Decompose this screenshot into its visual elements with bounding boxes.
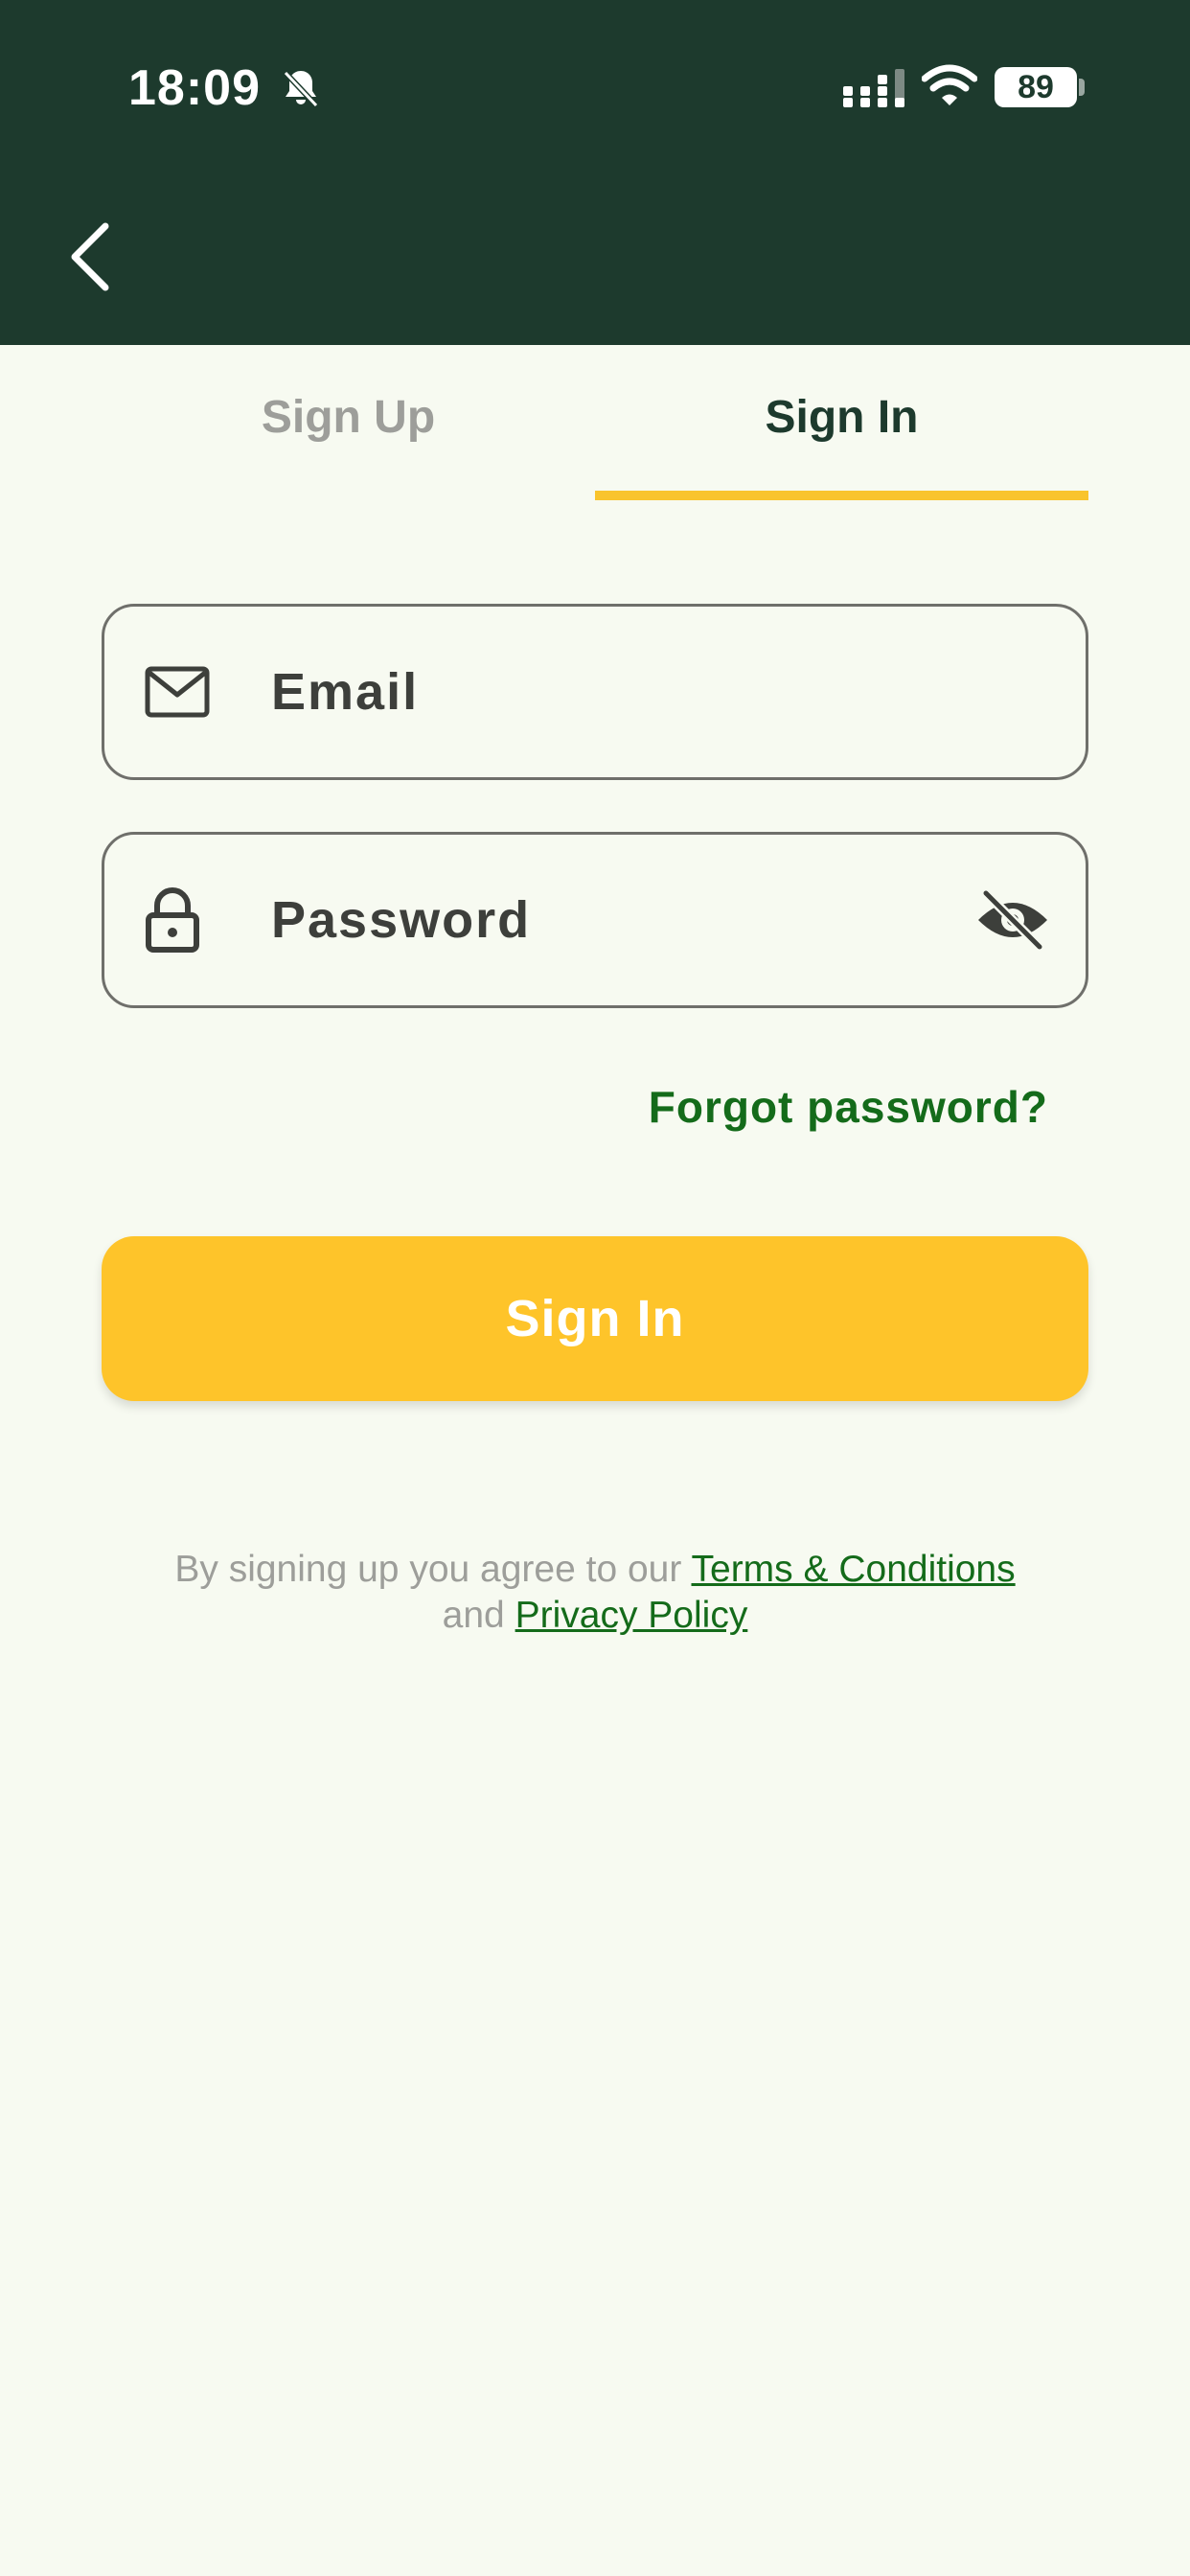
legal-conjunction: and [442, 1595, 505, 1636]
app-header: 18:09 89 [0, 0, 1190, 345]
eye-slash-icon[interactable] [974, 889, 1051, 951]
email-placeholder: Email [271, 663, 420, 721]
tab-sign-up[interactable]: Sign Up [102, 364, 595, 500]
lock-icon [146, 887, 199, 953]
active-tab-indicator [595, 491, 1088, 500]
wifi-icon [922, 64, 977, 105]
legal-notice: By signing up you agree to our Terms & C… [0, 1547, 1190, 1639]
cellular-signal-icon [843, 69, 904, 107]
battery-icon: 89 [995, 67, 1077, 107]
bell-slash-icon [283, 70, 319, 108]
envelope-icon [145, 666, 210, 718]
legal-prefix: By signing up you agree to our [174, 1549, 682, 1590]
legal-line-2: and Privacy Policy [0, 1593, 1190, 1639]
sign-in-button[interactable]: Sign In [102, 1236, 1088, 1401]
forgot-password-link[interactable]: Forgot password? [649, 1081, 1048, 1133]
status-time: 18:09 [128, 60, 261, 116]
password-placeholder: Password [271, 891, 532, 949]
auth-tabs: Sign Up Sign In [102, 364, 1088, 500]
legal-line-1: By signing up you agree to our Terms & C… [0, 1547, 1190, 1593]
tab-sign-in[interactable]: Sign In [595, 364, 1088, 500]
chevron-left-icon[interactable] [57, 217, 126, 297]
password-field[interactable]: Password [102, 832, 1088, 1008]
email-field[interactable]: Email [102, 604, 1088, 780]
battery-cap [1079, 79, 1085, 96]
terms-link[interactable]: Terms & Conditions [692, 1549, 1016, 1590]
privacy-link[interactable]: Privacy Policy [515, 1595, 748, 1636]
